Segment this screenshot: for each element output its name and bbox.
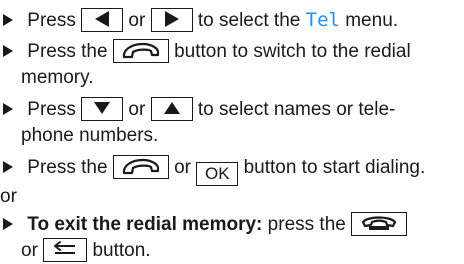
step-1-text-a: Press [27,10,76,31]
up-arrow-icon [163,102,180,114]
step-4-text-c: button to start dialing. [243,157,426,178]
left-key [81,8,124,32]
phone-handset-icon [122,42,159,59]
exit-heading: To exit the redial memory: [27,214,263,235]
phone-key [112,155,169,179]
step-1-text-b: or [128,10,146,31]
down-key [81,97,124,121]
step-4-text-a: Press the [27,157,108,178]
or-separator: or [0,184,17,210]
step-2: Press the button to switch to the redial [0,39,411,65]
bullet-icon [3,218,13,230]
back-key [43,238,88,262]
instruction-list: Press or to select the Tel menu. Press t… [0,0,464,262]
step-3: Press or to select names or tele- [0,97,395,123]
step-2-text-c: memory. [21,67,94,88]
exit-text-a: press the [267,214,346,235]
hang-up-icon [362,216,397,230]
step-4-text-b: or [174,157,192,178]
step-1-text-d: menu. [345,10,399,31]
phone-key [112,39,169,63]
left-arrow-icon [95,11,110,27]
step-1-text-c: to select the [197,10,301,31]
or-text: or [0,186,17,207]
bullet-icon [3,14,13,26]
step-3-text-b: or [128,99,146,120]
back-icon [54,241,76,254]
right-arrow-icon [164,11,179,27]
step-3-text-a: Press [27,99,76,120]
ok-key: OK [196,162,239,186]
step-1: Press or to select the Tel menu. [0,7,398,34]
bullet-icon [3,161,13,173]
step-3-cont: phone numbers. [21,123,158,149]
exit-text-c: button. [92,240,151,261]
hang-up-key [351,212,408,236]
step-3-text-c: to select names or tele- [197,99,396,120]
step-2-text-b: button to switch to the redial [174,41,411,62]
bullet-icon [3,45,13,57]
bullet-icon [3,103,13,115]
exit-text-b: or [21,240,38,261]
up-key [150,97,193,121]
phone-handset-icon [122,158,159,175]
tel-menu-label: Tel [305,9,340,31]
right-key [150,8,193,32]
step-2-cont: memory. [21,65,93,91]
step-4: Press the or OK button to start dialing. [0,155,425,186]
down-arrow-icon [94,102,111,114]
exit-step: To exit the redial memory: press the [0,212,408,238]
step-2-text-a: Press the [27,41,108,62]
step-3-text-d: phone numbers. [21,125,159,146]
exit-step-cont: or button. [21,238,151,264]
